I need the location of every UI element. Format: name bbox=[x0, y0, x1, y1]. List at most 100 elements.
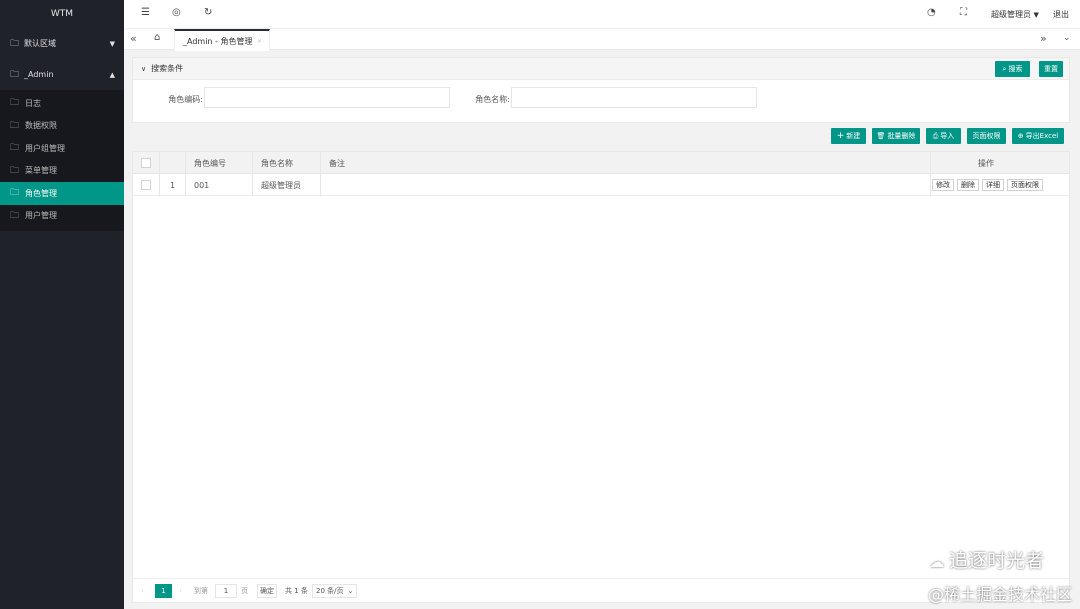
new-button[interactable]: + 新建 bbox=[831, 128, 866, 144]
export-excel-button[interactable]: ⊕ 导出Excel bbox=[1012, 128, 1064, 144]
page-permission-button[interactable]: 页面权限 bbox=[967, 128, 1006, 144]
page-size-value: 20 条/页 bbox=[316, 587, 344, 595]
goto-page-input[interactable]: 1 bbox=[215, 584, 237, 598]
sidebar-item-label: 用户组管理 bbox=[25, 143, 66, 153]
export-button-label: 导出Excel bbox=[1025, 132, 1059, 140]
search-panel-header[interactable]: ∨ 搜索条件 bbox=[133, 58, 1069, 80]
admin-submenu: 🗀 日志 🗀 数据权限 🗀 用户组管理 🗀 菜单管理 🗀 角色管理 🗀 用户管理 bbox=[0, 90, 124, 231]
folder-icon: 🗀 bbox=[10, 69, 20, 80]
folder-icon: 🗀 bbox=[10, 98, 20, 109]
header-remark[interactable]: 备注 bbox=[329, 152, 345, 174]
delete-button[interactable]: 删除 bbox=[957, 179, 979, 191]
row-checkbox[interactable] bbox=[141, 174, 151, 196]
goto-label: 到第 bbox=[194, 587, 208, 595]
watermark-subtitle: @稀土掘金技术社区 bbox=[927, 585, 1072, 604]
column-divider bbox=[159, 174, 160, 196]
details-button[interactable]: 详细 bbox=[982, 179, 1004, 191]
wechat-icon: ☁ bbox=[929, 553, 949, 571]
import-button-label: 导入 bbox=[940, 132, 955, 140]
logout-link[interactable]: 退出 bbox=[1053, 9, 1069, 20]
column-divider bbox=[320, 152, 321, 174]
column-divider bbox=[930, 152, 931, 174]
column-divider bbox=[185, 174, 186, 196]
goto-confirm-button[interactable]: 确定 bbox=[257, 584, 277, 598]
new-button-label: 新建 bbox=[846, 132, 861, 140]
checkbox-box bbox=[141, 158, 151, 168]
sidebar-item-label: 菜单管理 bbox=[25, 166, 58, 176]
plus-icon: + bbox=[836, 131, 845, 141]
chevron-down-icon: ∨ bbox=[141, 64, 147, 73]
search-icon: ⌕ bbox=[1002, 64, 1007, 73]
table-row: 1 001 超级管理员 修改 删除 详细 页面权限 bbox=[133, 174, 1069, 196]
chevron-down-icon[interactable]: ⌄ bbox=[1063, 33, 1071, 43]
home-icon[interactable]: ⌂ bbox=[154, 32, 160, 43]
theme-icon[interactable]: ◔ bbox=[927, 7, 936, 18]
row-page-permission-button[interactable]: 页面权限 bbox=[1007, 179, 1043, 191]
prev-page-button[interactable]: ‹ bbox=[141, 584, 144, 598]
sidebar-item-log[interactable]: 🗀 日志 bbox=[0, 92, 124, 115]
tab-role-management[interactable]: _Admin - 角色管理 × bbox=[174, 29, 270, 51]
user-menu[interactable]: 超级管理员 ▼ bbox=[991, 9, 1039, 20]
sidebar-item-menu[interactable]: 🗀 菜单管理 bbox=[0, 160, 124, 183]
trash-icon: 🗑 bbox=[876, 132, 886, 140]
top-bar: ☰ ◎ ↻ ◔ ⛶ 超级管理员 ▼ 退出 bbox=[124, 0, 1080, 28]
refresh-icon[interactable]: ↻ bbox=[204, 7, 212, 18]
folder-icon: 🗀 bbox=[10, 210, 20, 221]
role-code-input[interactable] bbox=[204, 87, 450, 108]
sidebar-group-default[interactable]: 🗀 默认区域 ▼ bbox=[0, 28, 124, 59]
sidebar-item-data-privilege[interactable]: 🗀 数据权限 bbox=[0, 115, 124, 138]
globe-icon[interactable]: ◎ bbox=[172, 7, 181, 18]
edit-button[interactable]: 修改 bbox=[932, 179, 954, 191]
search-panel-title: 搜索条件 bbox=[151, 64, 184, 73]
fullscreen-icon[interactable]: ⛶ bbox=[960, 7, 967, 18]
tab-label: _Admin - 角色管理 bbox=[183, 36, 253, 46]
sidebar-item-label: 数据权限 bbox=[25, 121, 58, 131]
column-divider bbox=[252, 152, 253, 174]
header-operations: 操作 bbox=[978, 158, 994, 168]
folder-icon: 🗀 bbox=[10, 188, 20, 199]
sidebar-item-role[interactable]: 🗀 角色管理 bbox=[0, 182, 124, 205]
sidebar-item-user-group[interactable]: 🗀 用户组管理 bbox=[0, 137, 124, 160]
header-role-name[interactable]: 角色名称 bbox=[261, 152, 293, 174]
page-size-select[interactable]: 20 条/页 ⌄ bbox=[312, 584, 358, 598]
search-panel: ∨ 搜索条件 ⌕ 搜索 重置 角色编码: 角色名称: bbox=[132, 57, 1070, 123]
folder-icon: 🗀 bbox=[10, 165, 20, 176]
sidebar-item-label: 角色管理 bbox=[25, 188, 58, 198]
close-icon[interactable]: × bbox=[257, 38, 262, 45]
app-logo: WTM bbox=[50, 9, 74, 19]
search-button[interactable]: ⌕ 搜索 bbox=[995, 61, 1030, 77]
sidebar-group-label: 默认区域 bbox=[24, 39, 57, 48]
column-divider bbox=[185, 152, 186, 174]
header-role-code[interactable]: 角色编号 bbox=[194, 152, 226, 174]
sidebar-item-label: 用户管理 bbox=[25, 211, 58, 221]
sidebar-group-label: _Admin bbox=[24, 70, 54, 79]
sidebar-group-admin[interactable]: 🗀 _Admin ▲ bbox=[0, 59, 124, 90]
menu-toggle-icon[interactable]: ☰ bbox=[141, 7, 150, 18]
cell-role-code: 001 bbox=[194, 180, 210, 190]
tabs-scroll-right-icon[interactable]: » bbox=[1040, 32, 1047, 45]
folder-icon: 🗀 bbox=[10, 38, 20, 49]
role-code-label: 角色编码: bbox=[168, 95, 203, 104]
cell-role-name: 超级管理员 bbox=[261, 180, 301, 190]
column-divider bbox=[930, 174, 931, 196]
export-icon: ⊕ bbox=[1017, 132, 1024, 140]
page-1-button[interactable]: 1 bbox=[155, 584, 172, 598]
sidebar: WTM 🗀 默认区域 ▼ 🗀 _Admin ▲ 🗀 日志 🗀 数据权限 🗀 用户… bbox=[0, 0, 124, 609]
role-name-input[interactable] bbox=[511, 87, 757, 108]
next-page-button[interactable]: › bbox=[179, 584, 182, 598]
batch-delete-button[interactable]: 🗑 批量删除 bbox=[872, 128, 920, 144]
row-index: 1 bbox=[170, 180, 176, 190]
page-unit-label: 页 bbox=[241, 587, 248, 595]
checkbox-box bbox=[141, 180, 151, 190]
select-all-checkbox[interactable] bbox=[141, 152, 151, 174]
folder-icon: 🗀 bbox=[10, 143, 20, 154]
role-table: 角色编号 角色名称 备注 操作 1 001 超级管理员 修改 删除 详细 页面权… bbox=[132, 151, 1070, 603]
reset-button[interactable]: 重置 bbox=[1039, 61, 1063, 77]
tabs-scroll-left-icon[interactable]: « bbox=[130, 32, 137, 45]
caret-down-icon: ▼ bbox=[1033, 11, 1039, 19]
sidebar-item-user[interactable]: 🗀 用户管理 bbox=[0, 205, 124, 228]
total-count: 共 1 条 bbox=[285, 587, 308, 595]
watermark-title: ☁ 追逐时光者 bbox=[929, 546, 1044, 573]
column-divider bbox=[320, 174, 321, 196]
import-button[interactable]: ⎙ 导入 bbox=[926, 128, 961, 144]
